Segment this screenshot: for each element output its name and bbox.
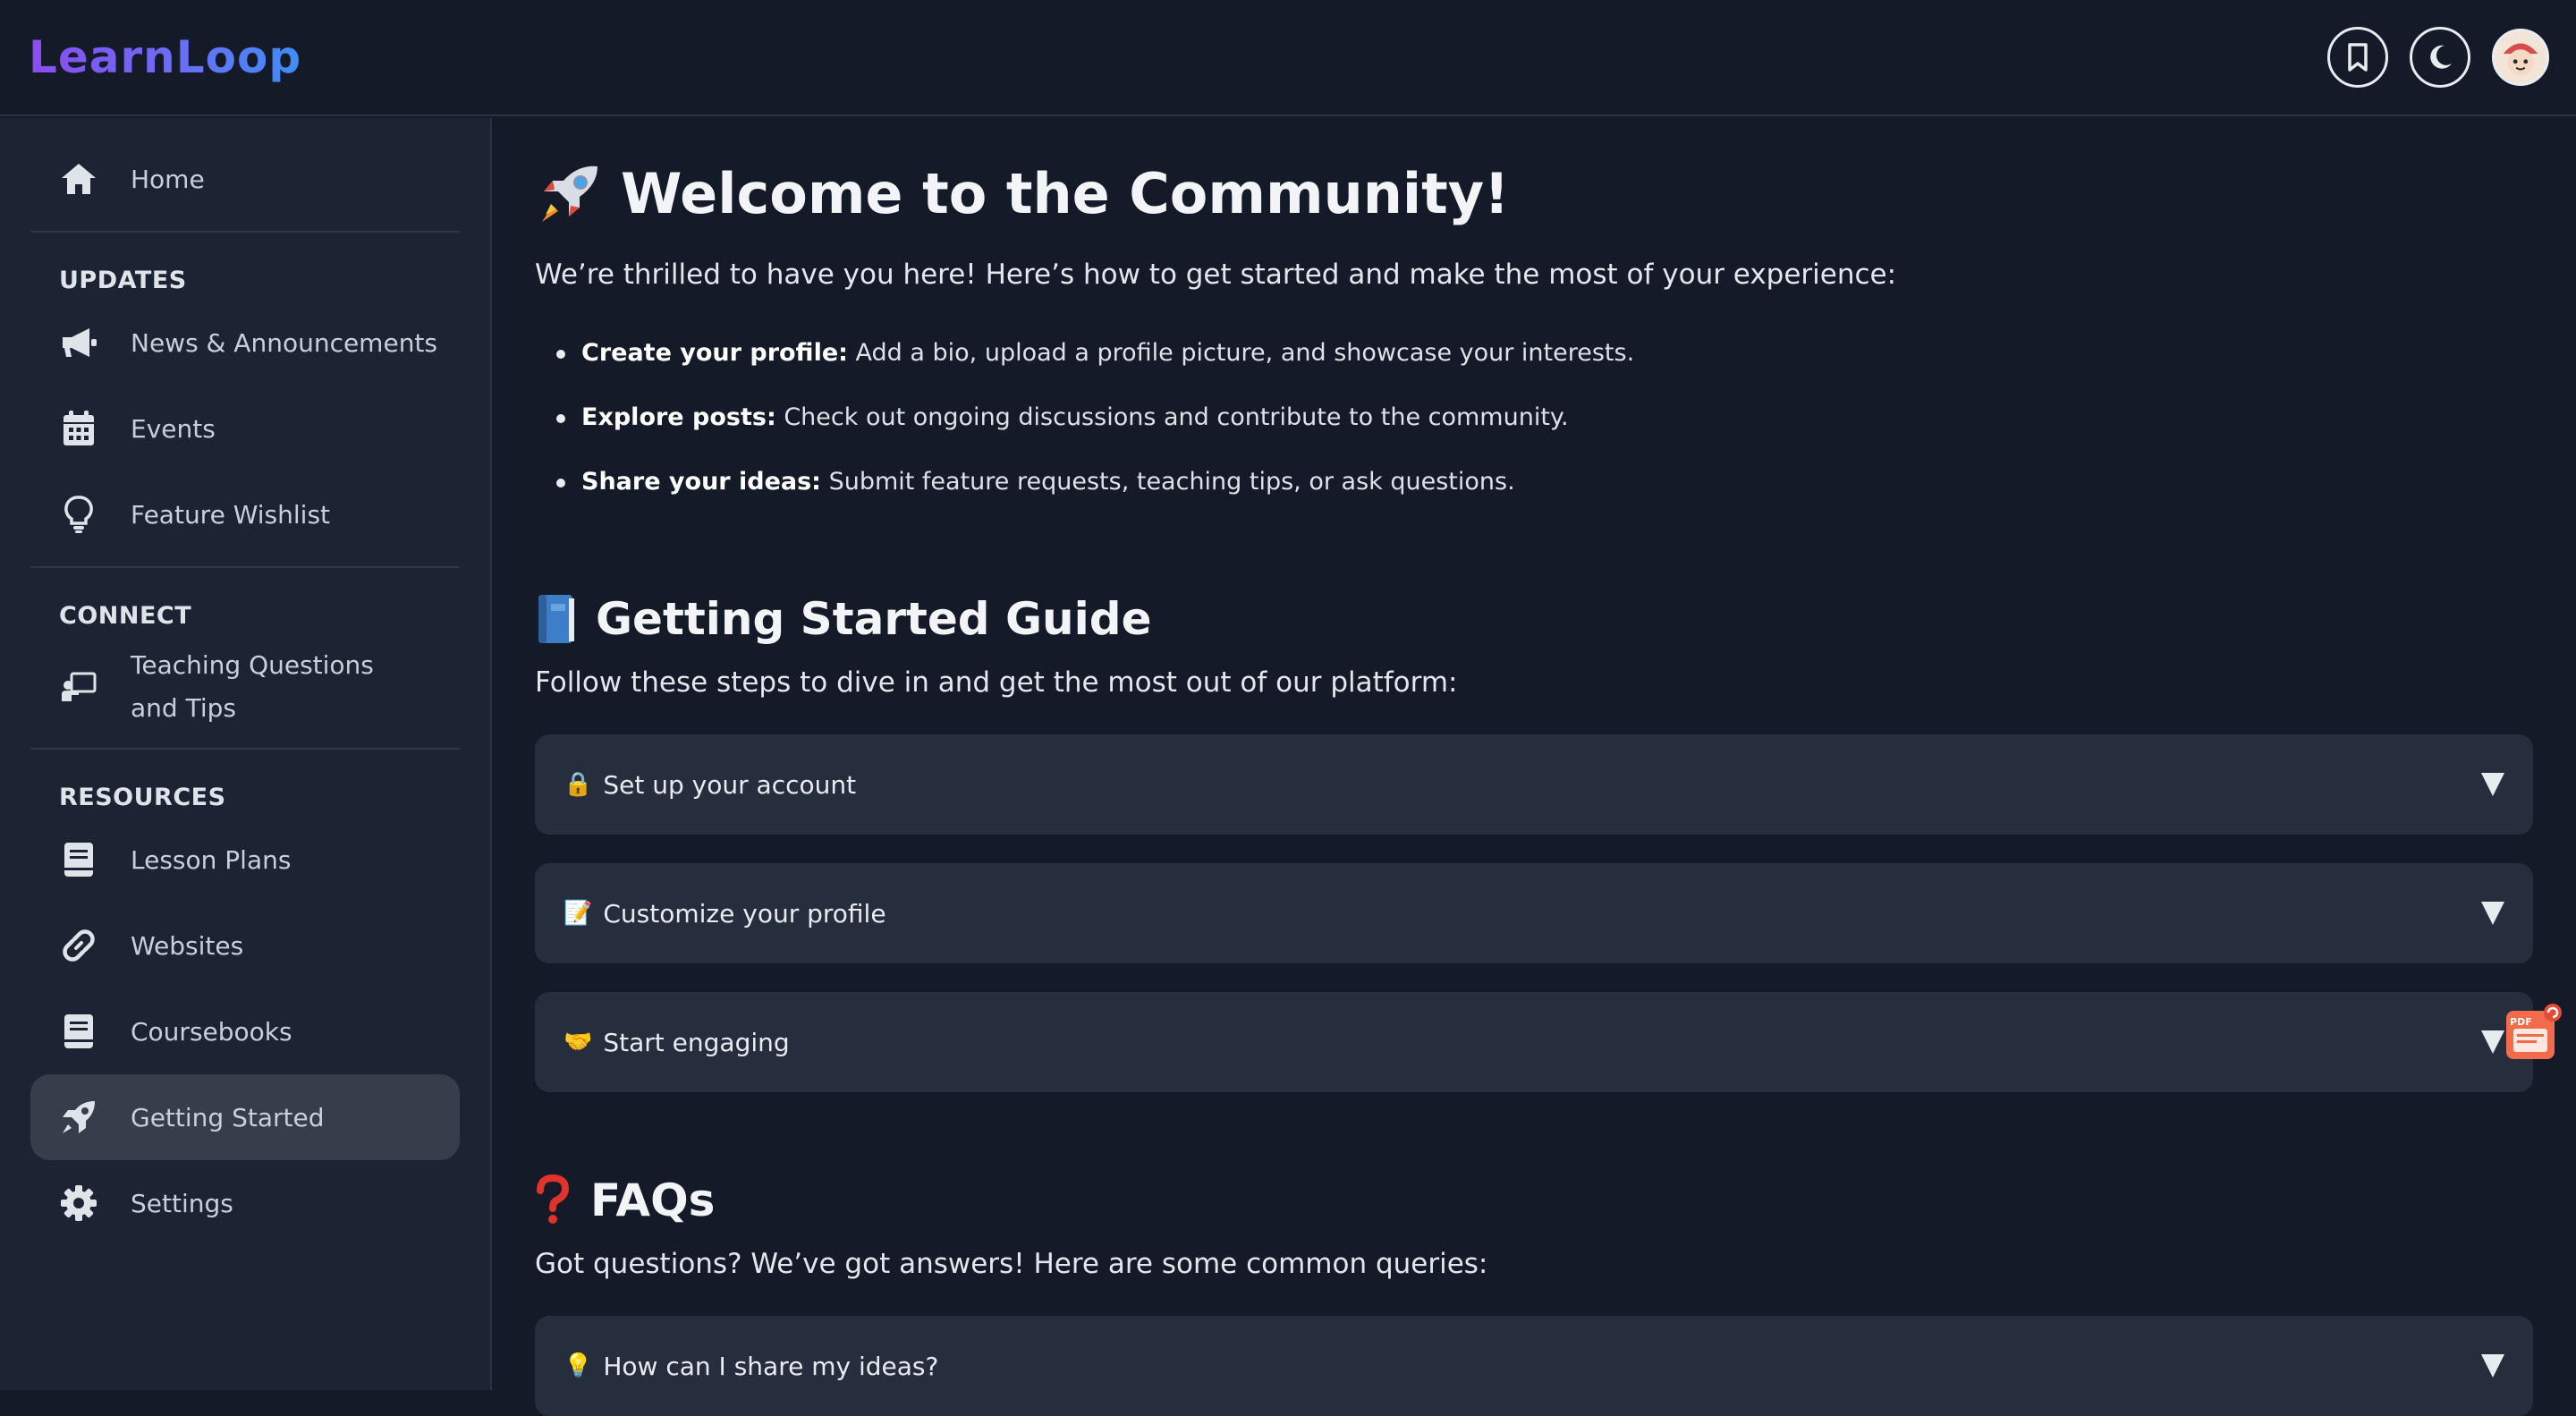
accordion-header: 🤝 Start engaging — [564, 1028, 790, 1057]
megaphone-icon — [57, 321, 100, 364]
sidebar-item-events[interactable]: Events — [30, 386, 460, 471]
bullet-bold: Create your profile: — [581, 339, 848, 367]
page-title: Welcome to the Community! — [621, 161, 1510, 226]
sidebar: Home UPDATES News & Announcements Events… — [0, 118, 492, 1390]
section-label-updates: UPDATES — [59, 267, 187, 294]
accordion-customize-profile[interactable]: 📝 Customize your profile — [535, 863, 2533, 963]
teacher-board-icon — [57, 666, 100, 708]
rocket-emoji-icon — [535, 163, 601, 225]
sidebar-item-websites[interactable]: Websites — [30, 903, 460, 988]
top-bar: LearnLoop — [0, 0, 2576, 116]
bullet-text: Add a bio, upload a profile picture, and… — [847, 339, 1635, 367]
sidebar-item-label: Lesson Plans — [131, 844, 292, 875]
accordion-label: Set up your account — [603, 769, 857, 800]
svg-text:PDF: PDF — [2510, 1016, 2532, 1028]
list-item: Share your ideas: Submit feature request… — [556, 450, 2533, 514]
main-content: Welcome to the Community! We’re thrilled… — [494, 118, 2576, 1416]
home-icon — [57, 157, 100, 200]
bookmark-icon — [2348, 43, 2368, 72]
sidebar-item-label: Teaching Questions and Tips — [131, 650, 374, 723]
divider — [30, 566, 460, 568]
divider — [30, 748, 460, 750]
accordion-label: Customize your profile — [603, 898, 886, 928]
bullet-text: Check out ongoing discussions and contri… — [775, 403, 1569, 431]
handshake-icon: 🤝 — [564, 1029, 593, 1056]
memo-icon: 📝 — [564, 900, 593, 927]
blue-book-icon — [535, 593, 576, 645]
caret-down-icon[interactable] — [2481, 773, 2504, 796]
section-label-connect: CONNECT — [59, 602, 192, 630]
coursebook-icon — [57, 1010, 100, 1053]
lightbulb-icon — [57, 493, 100, 536]
sidebar-item-label: Coursebooks — [131, 1016, 292, 1047]
caret-down-icon[interactable] — [2481, 902, 2504, 925]
bullet-bold: Share your ideas: — [581, 468, 821, 496]
pdf-extension-button[interactable]: PDF — [2499, 1000, 2565, 1066]
accordion-header: 🔒 Set up your account — [564, 770, 856, 800]
sidebar-item-label: Events — [131, 413, 216, 444]
lightbulb-emoji-icon: 💡 — [564, 1352, 593, 1379]
faq-heading: FAQs — [535, 1174, 2533, 1226]
top-actions — [2327, 27, 2549, 88]
sidebar-item-settings[interactable]: Settings — [30, 1160, 460, 1246]
link-icon — [57, 924, 100, 967]
sidebar-item-label: Getting Started — [131, 1102, 325, 1132]
sidebar-item-label: Settings — [131, 1188, 233, 1218]
avatar[interactable] — [2492, 29, 2549, 86]
calendar-icon — [57, 407, 100, 450]
section-label-resources: RESOURCES — [59, 784, 226, 811]
pdf-icon: PDF — [2506, 1004, 2562, 1059]
section-title: Getting Started Guide — [596, 593, 1152, 645]
logo[interactable]: LearnLoop — [29, 31, 301, 83]
accordion-label: How can I share my ideas? — [603, 1351, 939, 1381]
sidebar-item-feature-wishlist[interactable]: Feature Wishlist — [30, 471, 460, 557]
theme-toggle-button[interactable] — [2410, 27, 2470, 88]
guide-lead: Follow these steps to dive in and get th… — [535, 666, 1458, 699]
book-icon — [57, 838, 100, 881]
moon-icon — [2430, 45, 2452, 69]
sidebar-item-label: Feature Wishlist — [131, 499, 331, 530]
sidebar-item-coursebooks[interactable]: Coursebooks — [30, 988, 460, 1074]
bullet-text: Submit feature requests, teaching tips, … — [820, 468, 1515, 496]
accordion-label: Start engaging — [603, 1027, 790, 1057]
sidebar-item-label: Websites — [131, 930, 244, 961]
accordion-header: 💡 How can I share my ideas? — [564, 1352, 938, 1381]
lock-icon: 🔒 — [564, 771, 593, 798]
section-title: FAQs — [590, 1174, 716, 1226]
bullet-bold: Explore posts: — [581, 403, 776, 431]
gear-icon — [57, 1182, 100, 1225]
list-item: Explore posts: Check out ongoing discuss… — [556, 386, 2533, 450]
divider — [30, 231, 460, 233]
faq-lead: Got questions? We’ve got answers! Here a… — [535, 1248, 1488, 1280]
sidebar-item-label: News & Announcements — [131, 327, 437, 358]
accordion-set-up-account[interactable]: 🔒 Set up your account — [535, 734, 2533, 835]
welcome-heading: Welcome to the Community! — [535, 161, 2533, 226]
guide-heading: Getting Started Guide — [535, 593, 2533, 645]
sidebar-item-label: Home — [131, 164, 205, 194]
accordion-faq-share-ideas[interactable]: 💡 How can I share my ideas? — [535, 1316, 2533, 1416]
rocket-icon — [57, 1096, 100, 1139]
question-mark-icon — [535, 1174, 571, 1226]
sidebar-item-news[interactable]: News & Announcements — [30, 300, 460, 386]
avatar-icon — [2495, 31, 2546, 83]
sidebar-item-lesson-plans[interactable]: Lesson Plans — [30, 817, 460, 903]
sidebar-item-getting-started[interactable]: Getting Started — [30, 1074, 460, 1160]
sidebar-item-teaching-questions[interactable]: Teaching Questions and Tips — [30, 635, 460, 739]
welcome-lead: We’re thrilled to have you here! Here’s … — [535, 259, 1897, 291]
accordion-header: 📝 Customize your profile — [564, 899, 886, 928]
list-item: Create your profile: Add a bio, upload a… — [556, 321, 2533, 386]
caret-down-icon[interactable] — [2481, 1354, 2504, 1378]
bookmark-button[interactable] — [2327, 27, 2388, 88]
sidebar-item-home[interactable]: Home — [30, 136, 460, 222]
welcome-bullets: Create your profile: Add a bio, upload a… — [556, 321, 2533, 514]
accordion-start-engaging[interactable]: 🤝 Start engaging — [535, 992, 2533, 1092]
